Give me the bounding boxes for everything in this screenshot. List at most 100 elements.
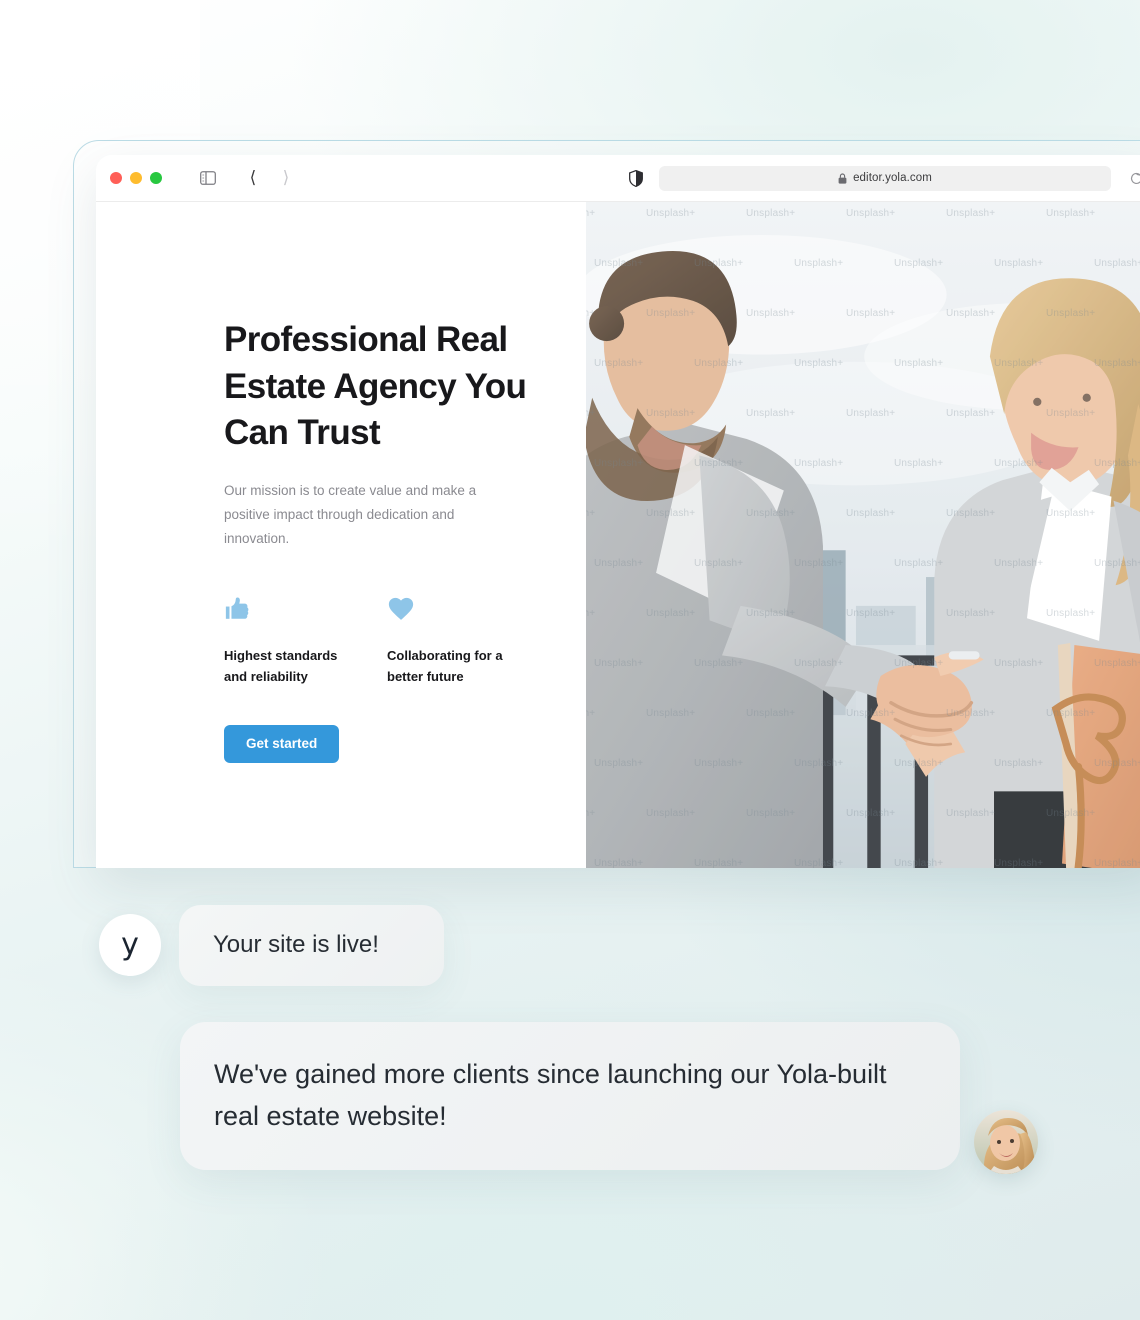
yola-logo-avatar: y bbox=[99, 914, 161, 977]
watermark-text: Unsplash+ bbox=[846, 708, 896, 719]
privacy-report-button[interactable] bbox=[629, 169, 643, 187]
watermark-text: Unsplash+ bbox=[894, 258, 944, 269]
watermark-text: Unsplash+ bbox=[594, 758, 644, 769]
watermark-text: Unsplash+ bbox=[1046, 808, 1096, 819]
watermark-text: Unsplash+ bbox=[794, 358, 844, 369]
hero-text-column: Professional Real Estate Agency You Can … bbox=[96, 202, 586, 868]
watermark-text: Unsplash+ bbox=[946, 308, 996, 319]
watermark-text: Unsplash+ bbox=[894, 858, 944, 868]
chat-message-text: We've gained more clients since launchin… bbox=[214, 1059, 887, 1131]
watermark-text: Unsplash+ bbox=[846, 508, 896, 519]
watermark-text: Unsplash+ bbox=[794, 858, 844, 868]
navigation-controls: ⟨ ⟩ bbox=[194, 164, 300, 192]
get-started-button[interactable]: Get started bbox=[224, 724, 340, 763]
watermark-text: Unsplash+ bbox=[694, 858, 744, 868]
watermark-text: Unsplash+ bbox=[646, 608, 696, 619]
watermark-text: Unsplash+ bbox=[746, 408, 796, 419]
watermark-text: Unsplash+ bbox=[646, 708, 696, 719]
chat-message-text: Your site is live! bbox=[213, 931, 379, 958]
watermark-text: Unsplash+ bbox=[994, 558, 1044, 569]
watermark-text: Unsplash+ bbox=[594, 358, 644, 369]
watermark-text: Unsplash+ bbox=[894, 358, 944, 369]
browser-window: ⟨ ⟩ editor.yola.com Professional Real Es… bbox=[73, 140, 1140, 868]
watermark-text: Unsplash+ bbox=[994, 658, 1044, 669]
browser-window-inner: ⟨ ⟩ editor.yola.com Professional Real Es… bbox=[96, 155, 1140, 868]
forward-button[interactable]: ⟩ bbox=[272, 164, 300, 192]
watermark-text: Unsplash+ bbox=[694, 358, 744, 369]
watermark-text: Unsplash+ bbox=[1094, 458, 1140, 469]
watermark-text: Unsplash+ bbox=[794, 458, 844, 469]
watermark-text: Unsplash+ bbox=[794, 258, 844, 269]
watermark-text: Unsplash+ bbox=[1094, 558, 1140, 569]
heart-icon bbox=[387, 595, 550, 625]
watermark-text: Unsplash+ bbox=[946, 208, 996, 219]
watermark-text: Unsplash+ bbox=[646, 808, 696, 819]
feature-item: Collaborating for a better future bbox=[387, 595, 550, 687]
window-controls bbox=[110, 172, 162, 184]
watermark-text: Unsplash+ bbox=[1046, 208, 1096, 219]
chevron-left-icon: ⟨ bbox=[249, 167, 257, 188]
reload-button[interactable] bbox=[1125, 167, 1140, 189]
watermark-text: Unsplash+ bbox=[794, 658, 844, 669]
hero-subtitle: Our mission is to create value and make … bbox=[224, 482, 477, 546]
chat-bubble-testimonial: We've gained more clients since launchin… bbox=[180, 1022, 960, 1170]
client-photo-avatar bbox=[974, 1109, 1038, 1174]
watermark-text: Unsplash+ bbox=[846, 808, 896, 819]
watermark-text: Unsplash+ bbox=[994, 858, 1044, 868]
maximize-window-button[interactable] bbox=[150, 172, 162, 184]
address-bar[interactable]: editor.yola.com bbox=[659, 165, 1111, 191]
watermark-text: Unsplash+ bbox=[646, 308, 696, 319]
watermark-text: Unsplash+ bbox=[1046, 408, 1096, 419]
shield-icon bbox=[629, 169, 643, 187]
watermark-text: Unsplash+ bbox=[594, 858, 644, 868]
watermark-text: Unsplash+ bbox=[746, 708, 796, 719]
watermark-text: Unsplash+ bbox=[694, 658, 744, 669]
watermark-text: Unsplash+ bbox=[894, 558, 944, 569]
watermark-text: Unsplash+ bbox=[746, 308, 796, 319]
watermark-text: Unsplash+ bbox=[586, 808, 596, 819]
watermark-text: Unsplash+ bbox=[994, 358, 1044, 369]
chat-message-row: y Your site is live! bbox=[99, 905, 444, 986]
feature-label: Highest standards and reliability bbox=[224, 647, 338, 684]
watermark-text: Unsplash+ bbox=[846, 408, 896, 419]
back-button[interactable]: ⟨ bbox=[239, 164, 267, 192]
image-watermark-overlay: Unsplash+ Unsplash+ Unsplash+ Unsplash+ Unsp… bbox=[586, 202, 1140, 868]
watermark-text: Unsplash+ bbox=[1094, 858, 1140, 868]
watermark-text: Unsplash+ bbox=[586, 408, 596, 419]
watermark-text: Unsplash+ bbox=[1094, 358, 1140, 369]
watermark-text: Unsplash+ bbox=[746, 208, 796, 219]
chat-message-row: We've gained more clients since launchin… bbox=[180, 1022, 1038, 1174]
watermark-text: Unsplash+ bbox=[694, 258, 744, 269]
feature-item: Highest standards and reliability bbox=[224, 595, 387, 687]
minimize-window-button[interactable] bbox=[130, 172, 142, 184]
watermark-text: Unsplash+ bbox=[1094, 658, 1140, 669]
watermark-text: Unsplash+ bbox=[846, 208, 896, 219]
watermark-text: Unsplash+ bbox=[594, 658, 644, 669]
address-bar-url: editor.yola.com bbox=[853, 172, 932, 184]
watermark-text: Unsplash+ bbox=[946, 708, 996, 719]
watermark-text: Unsplash+ bbox=[846, 608, 896, 619]
watermark-text: Unsplash+ bbox=[594, 258, 644, 269]
watermark-text: Unsplash+ bbox=[746, 508, 796, 519]
watermark-text: Unsplash+ bbox=[594, 458, 644, 469]
watermark-text: Unsplash+ bbox=[746, 608, 796, 619]
close-window-button[interactable] bbox=[110, 172, 122, 184]
lock-icon bbox=[838, 172, 847, 184]
watermark-text: Unsplash+ bbox=[946, 408, 996, 419]
watermark-text: Unsplash+ bbox=[894, 758, 944, 769]
avatar-label: y bbox=[121, 927, 139, 963]
watermark-text: Unsplash+ bbox=[1094, 258, 1140, 269]
watermark-text: Unsplash+ bbox=[646, 508, 696, 519]
browser-toolbar: ⟨ ⟩ editor.yola.com bbox=[96, 155, 1140, 202]
watermark-text: Unsplash+ bbox=[1094, 758, 1140, 769]
watermark-text: Unsplash+ bbox=[894, 458, 944, 469]
watermark-text: Unsplash+ bbox=[794, 558, 844, 569]
page-title: Professional Real Estate Agency You Can … bbox=[224, 320, 527, 453]
sidebar-icon[interactable] bbox=[194, 164, 222, 192]
watermark-text: Unsplash+ bbox=[994, 458, 1044, 469]
watermark-text: Unsplash+ bbox=[746, 808, 796, 819]
feature-list: Highest standards and reliability Collab… bbox=[224, 595, 586, 687]
watermark-text: Unsplash+ bbox=[694, 758, 744, 769]
hero-image: Unsplash+ Unsplash+ Unsplash+ Unsplash+ Unsp… bbox=[586, 202, 1140, 868]
watermark-text: Unsplash+ bbox=[946, 808, 996, 819]
